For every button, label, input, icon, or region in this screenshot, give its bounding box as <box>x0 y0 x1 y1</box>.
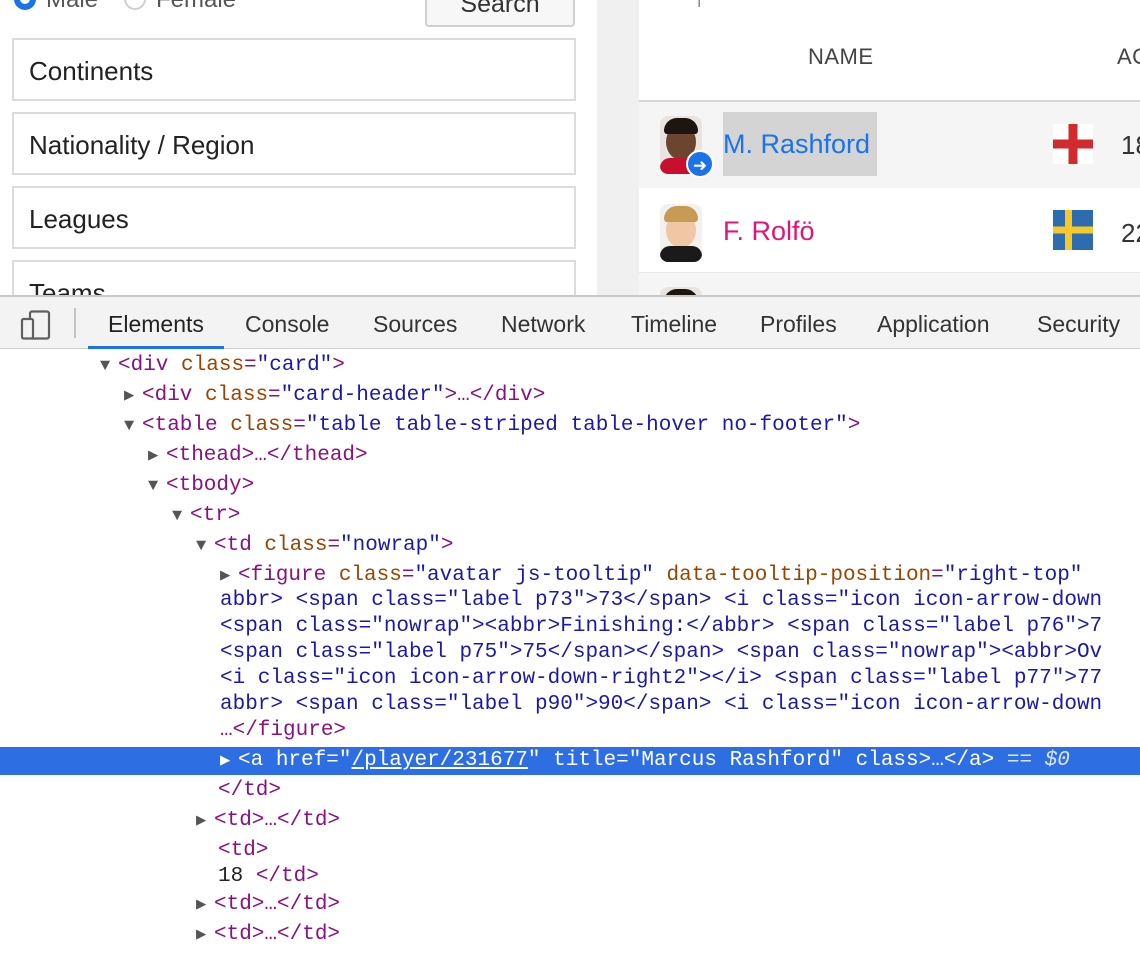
pane-gutter <box>597 0 639 295</box>
filter-panel: Male Female Search Continents Nationalit… <box>0 0 597 295</box>
dom-node-thead[interactable]: ▶ <thead>…</thead> <box>0 442 1140 469</box>
dom-figure-content-line: <span class="nowrap"><abbr>Finishing:</a… <box>220 615 1103 638</box>
dom-td-text: 18 </td> <box>218 865 319 888</box>
tab-timeline[interactable]: Timeline <box>631 311 717 338</box>
expand-triangle-icon[interactable]: ▶ <box>124 383 142 409</box>
table-row[interactable]: ➜ M. Rashford 18 <box>639 102 1140 188</box>
collapse-triangle-icon[interactable]: ▼ <box>124 413 142 439</box>
dom-figure-content-line: <span class="label p75">75</span></span>… <box>220 641 1103 664</box>
dom-node-tbody[interactable]: ▼ <tbody> <box>0 472 1140 499</box>
player-avatar[interactable] <box>660 287 702 295</box>
dom-node-selected-link[interactable]: ▶ <a href="/player/231677" title="Marcus … <box>0 747 1140 775</box>
cut-off-text: I <box>697 0 702 11</box>
dom-figure-close: …</figure> <box>220 719 347 742</box>
collapse-triangle-icon[interactable]: ▼ <box>148 473 166 499</box>
sweden-flag-icon <box>1053 210 1093 250</box>
filter-teams[interactable]: Teams <box>12 260 576 295</box>
dom-node-div-card[interactable]: ▼ <div class="card"> <box>0 352 1140 379</box>
filter-leagues[interactable]: Leagues <box>12 186 576 249</box>
dom-node-tr[interactable]: ▼ <tr> <box>0 502 1140 529</box>
device-mode-icon[interactable] <box>20 310 52 340</box>
dom-figure-content-line: abbr> <span class="label p90">90</span> … <box>220 693 1103 716</box>
male-radio[interactable] <box>14 0 36 10</box>
tab-network[interactable]: Network <box>501 311 585 338</box>
dom-node-td[interactable]: ▶ <td>…</td> <box>0 921 1140 948</box>
dom-node-figure[interactable]: ▶ <figure class="avatar js-tooltip" data-… <box>0 562 1140 589</box>
tab-elements[interactable]: Elements <box>108 311 204 338</box>
search-button[interactable]: Search <box>425 0 575 27</box>
tab-security[interactable]: Security <box>1037 311 1120 338</box>
toolbar-divider <box>74 308 76 338</box>
column-header-age[interactable]: AG <box>1117 44 1140 70</box>
tab-sources[interactable]: Sources <box>373 311 457 338</box>
expand-triangle-icon[interactable]: ▶ <box>196 892 214 918</box>
devtools-panel: Elements Console Sources Network Timelin… <box>0 295 1140 956</box>
webpage-viewport: Male Female Search Continents Nationalit… <box>0 0 1140 295</box>
expand-triangle-icon[interactable]: ▶ <box>196 922 214 948</box>
dom-node-td-open[interactable]: <td> <box>218 837 1140 864</box>
filter-nationality[interactable]: Nationality / Region <box>12 112 576 175</box>
expand-triangle-icon[interactable]: ▶ <box>220 748 238 775</box>
table-row[interactable] <box>639 272 1140 295</box>
player-table: I NAME AG ➜ M. Rashford 18 <box>639 0 1140 295</box>
dom-figure-content-line: <i class="icon icon-arrow-down-right2"><… <box>220 667 1103 690</box>
female-radio[interactable] <box>124 0 146 10</box>
expand-triangle-icon[interactable]: ▶ <box>148 443 166 469</box>
collapse-triangle-icon[interactable]: ▼ <box>196 533 214 559</box>
male-radio-label: Male <box>46 0 98 14</box>
dom-node-td[interactable]: ▶ <td>…</td> <box>0 807 1140 834</box>
dom-node-td-nowrap[interactable]: ▼ <td class="nowrap"> <box>0 532 1140 559</box>
dom-node-card-header[interactable]: ▶ <div class="card-header">…</div> <box>0 382 1140 409</box>
column-header-name[interactable]: NAME <box>808 44 874 70</box>
tab-application[interactable]: Application <box>877 311 990 338</box>
tab-profiles[interactable]: Profiles <box>760 311 837 338</box>
england-flag-icon <box>1053 124 1093 164</box>
collapse-triangle-icon[interactable]: ▼ <box>100 353 118 379</box>
table-row[interactable]: F. Rolfö 22 <box>639 188 1140 272</box>
dom-node-td[interactable]: ▶ <td>…</td> <box>0 891 1140 918</box>
selected-node-marker: == $0 <box>1006 749 1070 772</box>
devtools-toolbar: Elements Console Sources Network Timelin… <box>0 295 1140 349</box>
player-age: 22 <box>1121 218 1140 248</box>
dom-figure-content-line: abbr> <span class="label p73">73</span> … <box>220 589 1103 612</box>
tab-console[interactable]: Console <box>245 311 329 338</box>
player-avatar[interactable] <box>660 204 702 262</box>
female-radio-label: Female <box>156 0 236 14</box>
filter-continents[interactable]: Continents <box>12 38 576 101</box>
player-age: 18 <box>1121 130 1140 160</box>
expand-triangle-icon[interactable]: ▶ <box>196 808 214 834</box>
collapse-triangle-icon[interactable]: ▼ <box>172 503 190 529</box>
elements-tree: ▼ <div class="card"> ▶ <div class="card-he… <box>0 349 1140 956</box>
dom-node-table[interactable]: ▼ <table class="table table-striped table… <box>0 412 1140 439</box>
dom-td-close: </td> <box>218 779 282 802</box>
href-link[interactable]: /player/231677 <box>351 749 527 772</box>
player-name-link[interactable]: F. Rolfö <box>723 216 815 247</box>
arrow-right-icon[interactable]: ➜ <box>686 150 714 178</box>
expand-triangle-icon[interactable]: ▶ <box>220 563 238 589</box>
player-name-link[interactable]: M. Rashford <box>723 129 870 160</box>
